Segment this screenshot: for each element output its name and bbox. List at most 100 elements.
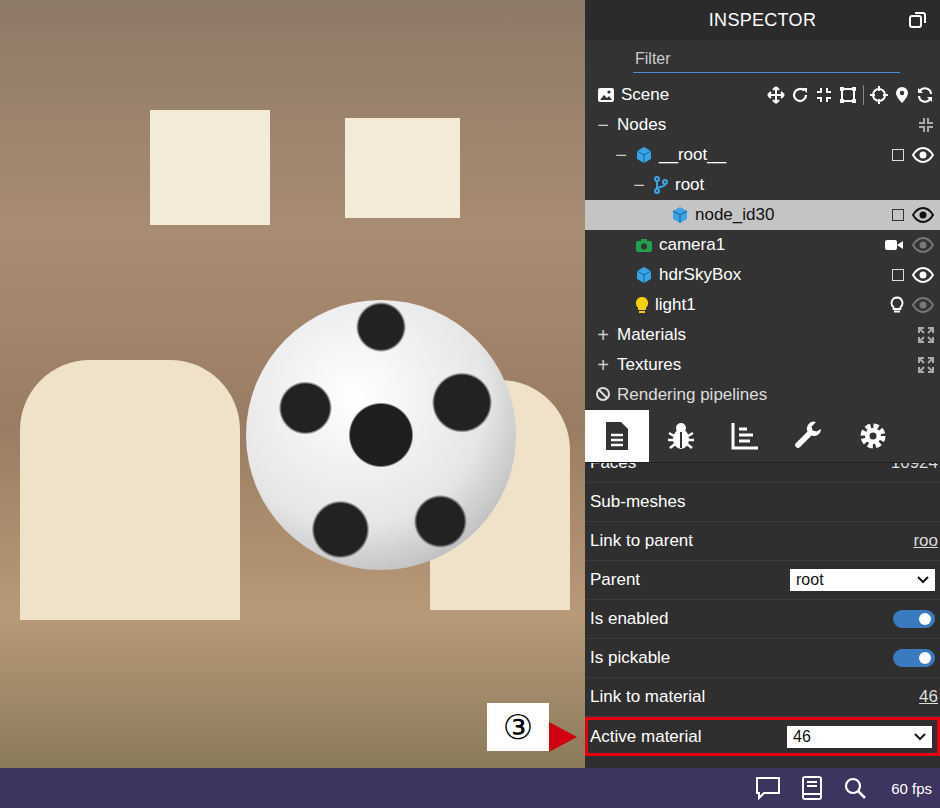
filter-input[interactable] xyxy=(633,48,900,73)
expand-toggle[interactable] xyxy=(595,385,611,405)
scene-arch-shape xyxy=(20,360,240,620)
tree-label: Textures xyxy=(617,355,681,375)
visibility-eye-icon[interactable] xyxy=(912,297,934,313)
scene-tools xyxy=(767,85,934,105)
mesh-cube-icon xyxy=(635,266,653,284)
rotate-gizmo-icon[interactable] xyxy=(791,86,809,104)
fps-counter: 60 fps xyxy=(891,780,932,797)
inspector-tab[interactable] xyxy=(585,410,649,462)
tree-row[interactable]: hdrSkyBox xyxy=(585,260,940,290)
chevron-down-icon xyxy=(917,576,929,584)
property-switch[interactable] xyxy=(893,610,935,628)
inspector-header: INSPECTOR xyxy=(585,0,940,40)
bounding-box-gizmo-icon[interactable] xyxy=(839,86,857,104)
property-select[interactable]: 46 xyxy=(787,726,932,748)
visibility-eye-icon[interactable] xyxy=(912,147,934,163)
tree-label: __root__ xyxy=(659,145,726,165)
tree-label: hdrSkyBox xyxy=(659,265,741,285)
property-label: Link to material xyxy=(590,687,705,707)
property-row: Is pickable xyxy=(585,639,940,678)
search-magnifier-icon[interactable] xyxy=(843,776,867,800)
annotation-number: ③ xyxy=(487,703,549,751)
soccer-ball-shape xyxy=(246,300,516,570)
expand-toggle[interactable]: + xyxy=(595,325,611,345)
tree-label: node_id30 xyxy=(695,205,774,225)
map-marker-icon[interactable] xyxy=(894,86,910,104)
inspector-tab[interactable] xyxy=(713,410,777,462)
tree-label: Nodes xyxy=(617,115,666,135)
bounding-box-checkbox[interactable] xyxy=(892,209,904,221)
property-label: Active material xyxy=(590,727,701,747)
tree-row[interactable]: node_id30 xyxy=(585,200,940,230)
inspector-panel: INSPECTORScene−Nodes−__root__−rootnode_i… xyxy=(585,0,940,768)
property-row: Link to material 46 xyxy=(585,678,940,717)
property-label: Link to parent xyxy=(590,531,693,551)
documentation-book-icon[interactable] xyxy=(801,775,823,801)
visibility-eye-icon[interactable] xyxy=(912,267,934,283)
scene-window-shape xyxy=(150,110,270,225)
tool-separator xyxy=(863,85,864,105)
expand-toggle[interactable]: − xyxy=(595,115,611,135)
bounding-box-checkbox[interactable] xyxy=(892,149,904,161)
document-icon xyxy=(604,420,630,452)
property-label: Parent xyxy=(590,570,640,590)
bounding-box-checkbox[interactable] xyxy=(892,269,904,281)
tree-row[interactable]: camera1 xyxy=(585,230,940,260)
property-value: 10924 xyxy=(891,463,940,473)
tree-label: Materials xyxy=(617,325,686,345)
tree-row[interactable]: + Materials xyxy=(585,320,940,350)
inspector-tab[interactable] xyxy=(777,410,841,462)
tree-row[interactable]: + Textures xyxy=(585,350,940,380)
move-gizmo-icon[interactable] xyxy=(767,86,785,104)
camera-icon xyxy=(635,237,653,253)
expand-all-icon[interactable] xyxy=(918,327,934,343)
property-row: Faces 10924 xyxy=(585,463,940,483)
main-area: INSPECTORScene−Nodes−__root__−rootnode_i… xyxy=(0,0,940,768)
property-link[interactable]: 46 xyxy=(919,687,940,707)
expand-toggle[interactable]: + xyxy=(595,355,611,375)
inspector-tab[interactable] xyxy=(841,410,905,462)
visibility-eye-icon[interactable] xyxy=(912,207,934,223)
wrench-icon xyxy=(794,421,824,451)
property-row: Active material 46 xyxy=(585,717,940,756)
bug-icon xyxy=(665,420,697,452)
scene-row[interactable]: Scene xyxy=(585,80,940,110)
property-select[interactable]: root xyxy=(790,569,935,591)
popout-icon[interactable] xyxy=(908,10,928,30)
property-label: Faces xyxy=(590,463,636,473)
mesh-cube-icon xyxy=(671,206,689,224)
scene-tree: Scene−Nodes−__root__−rootnode_id30camera… xyxy=(585,80,940,410)
scene-label: Scene xyxy=(621,85,669,105)
crosshair-icon[interactable] xyxy=(870,86,888,104)
feedback-speech-icon[interactable] xyxy=(755,776,781,800)
refresh-icon[interactable] xyxy=(916,86,934,104)
tree-row[interactable]: Rendering pipelines xyxy=(585,380,940,410)
expand-all-icon[interactable] xyxy=(918,357,934,373)
light-toggle-icon[interactable] xyxy=(890,296,904,314)
chart-icon xyxy=(730,421,760,451)
tree-label: camera1 xyxy=(659,235,725,255)
tree-row[interactable]: light1 xyxy=(585,290,940,320)
inspector-tab[interactable] xyxy=(649,410,713,462)
scale-gizmo-icon[interactable] xyxy=(815,86,833,104)
tree-row[interactable]: − __root__ xyxy=(585,140,940,170)
active-camera-icon[interactable] xyxy=(884,238,904,252)
property-row: Is enabled xyxy=(585,600,940,639)
chevron-down-icon xyxy=(914,733,926,741)
collapse-all-icon[interactable] xyxy=(918,117,934,133)
tree-label: Rendering pipelines xyxy=(617,385,767,405)
tree-row[interactable]: −Nodes xyxy=(585,110,940,140)
render-viewport[interactable] xyxy=(0,0,585,768)
status-bar: 60 fps xyxy=(0,768,940,808)
property-row: Link to parent roo xyxy=(585,522,940,561)
property-link[interactable]: roo xyxy=(913,531,940,551)
property-switch[interactable] xyxy=(893,649,935,667)
visibility-eye-icon[interactable] xyxy=(912,237,934,253)
tree-label: root xyxy=(675,175,704,195)
property-label: Is enabled xyxy=(590,609,668,629)
tree-row[interactable]: − root xyxy=(585,170,940,200)
scene-window-shape xyxy=(345,118,460,218)
expand-toggle[interactable]: − xyxy=(613,145,629,165)
transform-node-icon xyxy=(653,176,669,194)
expand-toggle[interactable]: − xyxy=(631,175,647,195)
